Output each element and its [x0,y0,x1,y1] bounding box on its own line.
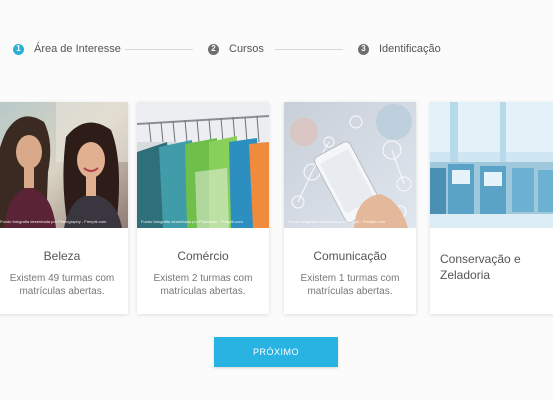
step-label: Cursos [229,43,264,55]
step-area-de-interesse[interactable]: 1 Área de Interesse [13,42,121,56]
card-comercio[interactable]: Fundo fotografia desenhada por Photoduet… [137,102,269,314]
two-women-photo: Fundo fotografia desenhada por Photograp… [0,102,128,228]
card-title: Comércio [177,249,229,263]
card-title: Comunicação [313,249,387,263]
card-conservacao-e-zeladoria[interactable]: Conservação e Zeladoria [430,102,553,314]
step-number-badge: 3 [358,43,369,55]
step-connector [275,49,343,50]
card-beleza[interactable]: Fundo fotografia desenhada por Photograp… [0,102,128,314]
card-comunicacao[interactable]: Fundo fotografia desenhada por Freepik -… [284,102,416,314]
image-credit: Fundo fotografia desenhada por Photoduet… [141,219,243,224]
step-cursos[interactable]: 2 Cursos [208,42,264,56]
image-credit: Fundo fotografia desenhada por Photograp… [0,219,107,224]
progress-stepper: 1 Área de Interesse 2 Cursos 3 Identific… [0,0,553,100]
machines-room-photo [430,102,553,228]
step-label: Área de Interesse [34,43,121,55]
step-identificacao[interactable]: 3 Identificação [358,42,441,56]
card-title: Conservação e Zeladoria [440,252,521,282]
step-number-badge: 1 [13,43,24,55]
step-label: Identificação [379,43,441,55]
card-description: Existem 49 turmas com matrículas abertas… [9,273,115,297]
area-cards-carousel: Fundo fotografia desenhada por Photograp… [0,102,553,314]
step-number-badge: 2 [208,43,219,55]
card-description: Existem 2 turmas com matrículas abertas. [153,273,253,297]
next-button[interactable]: PRÓXIMO [214,337,338,367]
card-title: Beleza [43,249,81,263]
smartphone-icons-photo: Fundo fotografia desenhada por Freepik -… [284,102,416,228]
image-credit: Fundo fotografia desenhada por Freepik -… [288,219,385,224]
step-connector [125,49,193,50]
card-description: Existem 1 turmas com matrículas abertas. [300,273,400,297]
clothes-rack-photo: Fundo fotografia desenhada por Photoduet… [137,102,269,228]
